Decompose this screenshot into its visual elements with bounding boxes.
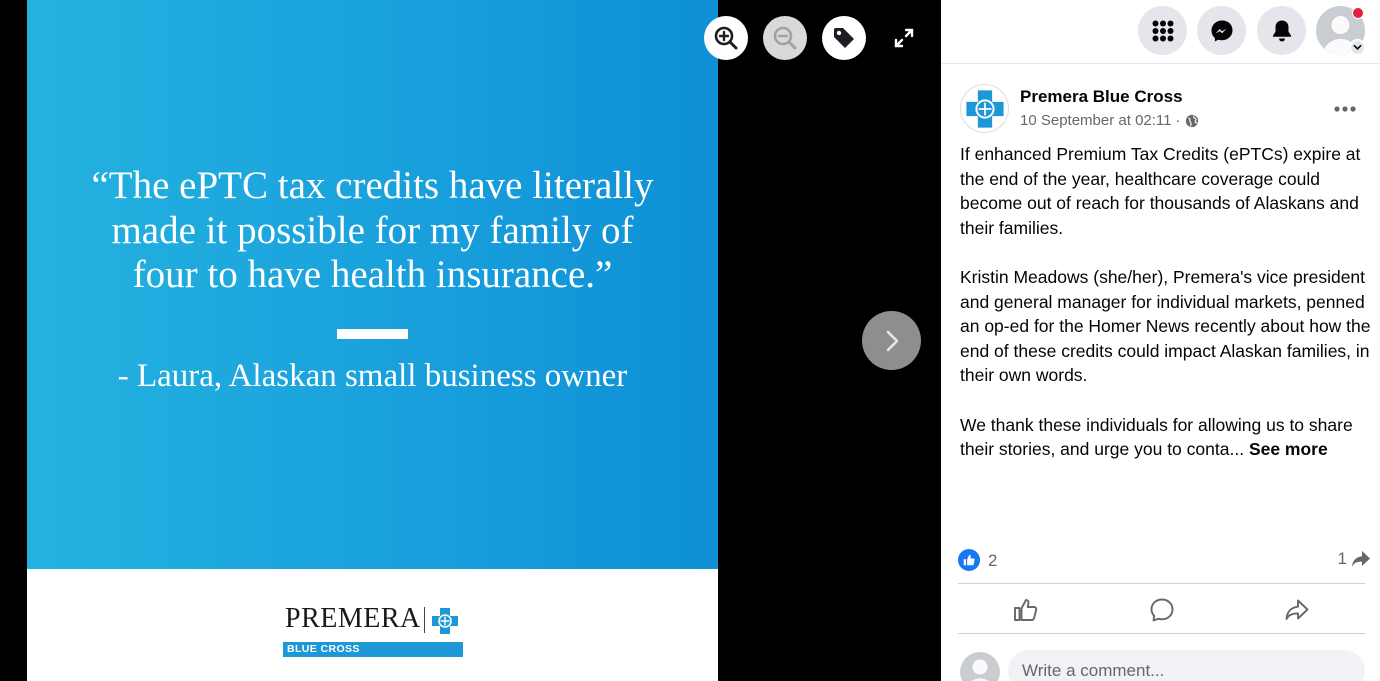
post-actions [958, 588, 1365, 632]
like-count[interactable]: 2 [988, 551, 997, 571]
bell-icon [1272, 20, 1291, 41]
post-timestamp[interactable]: 10 September at 02:11 [1020, 112, 1172, 129]
fullscreen-button[interactable] [886, 20, 922, 56]
person-icon [971, 659, 989, 681]
divider [958, 583, 1365, 584]
post-paragraph: If enhanced Premium Tax Credits (ePTCs) … [960, 144, 1361, 238]
comment-input[interactable] [1008, 650, 1365, 681]
post-paragraph-truncated: We thank these individuals for allowing … [960, 413, 1372, 462]
zoom-in-button[interactable] [704, 16, 748, 60]
brand-name: PREMERA [285, 603, 421, 634]
blue-cross-icon [965, 89, 1004, 128]
chevron-right-icon [886, 330, 898, 351]
next-photo-button[interactable] [862, 311, 921, 370]
share-button[interactable] [1229, 588, 1365, 632]
post-meta: 10 September at 02:11 · [1020, 112, 1199, 129]
photo-viewer: “The ePTC tax credits have literally mad… [0, 0, 941, 681]
share-icon [1285, 599, 1309, 620]
post-header: Premera Blue Cross 10 September at 02:11… [960, 84, 1370, 136]
post-image[interactable]: “The ePTC tax credits have literally mad… [27, 0, 718, 681]
post-options-button[interactable] [1328, 92, 1362, 126]
like-reaction-icon[interactable] [958, 549, 980, 571]
post-paragraph: Kristin Meadows (she/her), Premera's vic… [960, 266, 1371, 386]
globe-icon [1185, 114, 1198, 127]
chevron-down-icon [1353, 44, 1362, 50]
brand-separator [424, 607, 425, 633]
comment-icon [1150, 598, 1173, 622]
messenger-icon [1211, 20, 1232, 41]
brand-subtitle: BLUE CROSS [283, 642, 463, 657]
reactions-bar: 2 1 [958, 548, 1371, 574]
share-count-value: 1 [1337, 549, 1347, 568]
quote-panel: “The ePTC tax credits have literally mad… [27, 0, 718, 569]
user-avatar[interactable] [960, 652, 1000, 681]
divider [958, 633, 1365, 634]
quote-line: made it possible for my family of [111, 208, 634, 252]
account-button[interactable] [1316, 6, 1366, 56]
zoom-out-icon [773, 26, 797, 50]
post-text: If enhanced Premium Tax Credits (ePTCs) … [960, 142, 1372, 486]
page-name[interactable]: Premera Blue Cross [1020, 87, 1183, 107]
thumbs-up-icon [963, 554, 975, 566]
quote-attribution: - Laura, Alaskan small business owner [117, 358, 628, 394]
comment-composer [960, 650, 1370, 681]
expand-icon [894, 28, 914, 48]
post-panel: Premera Blue Cross 10 September at 02:11… [941, 0, 1380, 681]
comment-button[interactable] [1094, 588, 1230, 632]
share-count[interactable]: 1 [1338, 549, 1371, 569]
see-more-link[interactable]: See more [1249, 439, 1328, 459]
share-arrow-icon [1352, 551, 1370, 567]
messenger-button[interactable] [1197, 6, 1246, 55]
quote-line: four to have health insurance.” [132, 253, 613, 296]
page-avatar[interactable] [960, 84, 1009, 133]
like-button[interactable] [958, 588, 1094, 632]
tag-photo-button[interactable] [822, 16, 866, 60]
blue-cross-icon [432, 608, 458, 634]
quote-text: “The ePTC tax credits have literally mad… [47, 164, 698, 298]
tag-icon [834, 28, 854, 48]
menu-grid-icon [1152, 20, 1173, 41]
notifications-button[interactable] [1257, 6, 1306, 55]
quote-divider [337, 329, 408, 339]
meta-separator: · [1175, 112, 1181, 129]
thumbs-up-icon [1013, 599, 1038, 621]
quote-line: “The ePTC tax credits have literally [91, 164, 654, 207]
more-horizontal-icon [1334, 106, 1356, 112]
account-chevron [1349, 39, 1366, 56]
premera-logo: PREMERA BLUE CROSS [283, 603, 463, 657]
brand-footer: PREMERA BLUE CROSS [27, 569, 718, 681]
zoom-in-icon [714, 26, 738, 50]
menu-button[interactable] [1138, 6, 1187, 55]
notification-dot [1352, 7, 1364, 19]
top-navigation [941, 0, 1380, 64]
zoom-out-button[interactable] [763, 16, 807, 60]
